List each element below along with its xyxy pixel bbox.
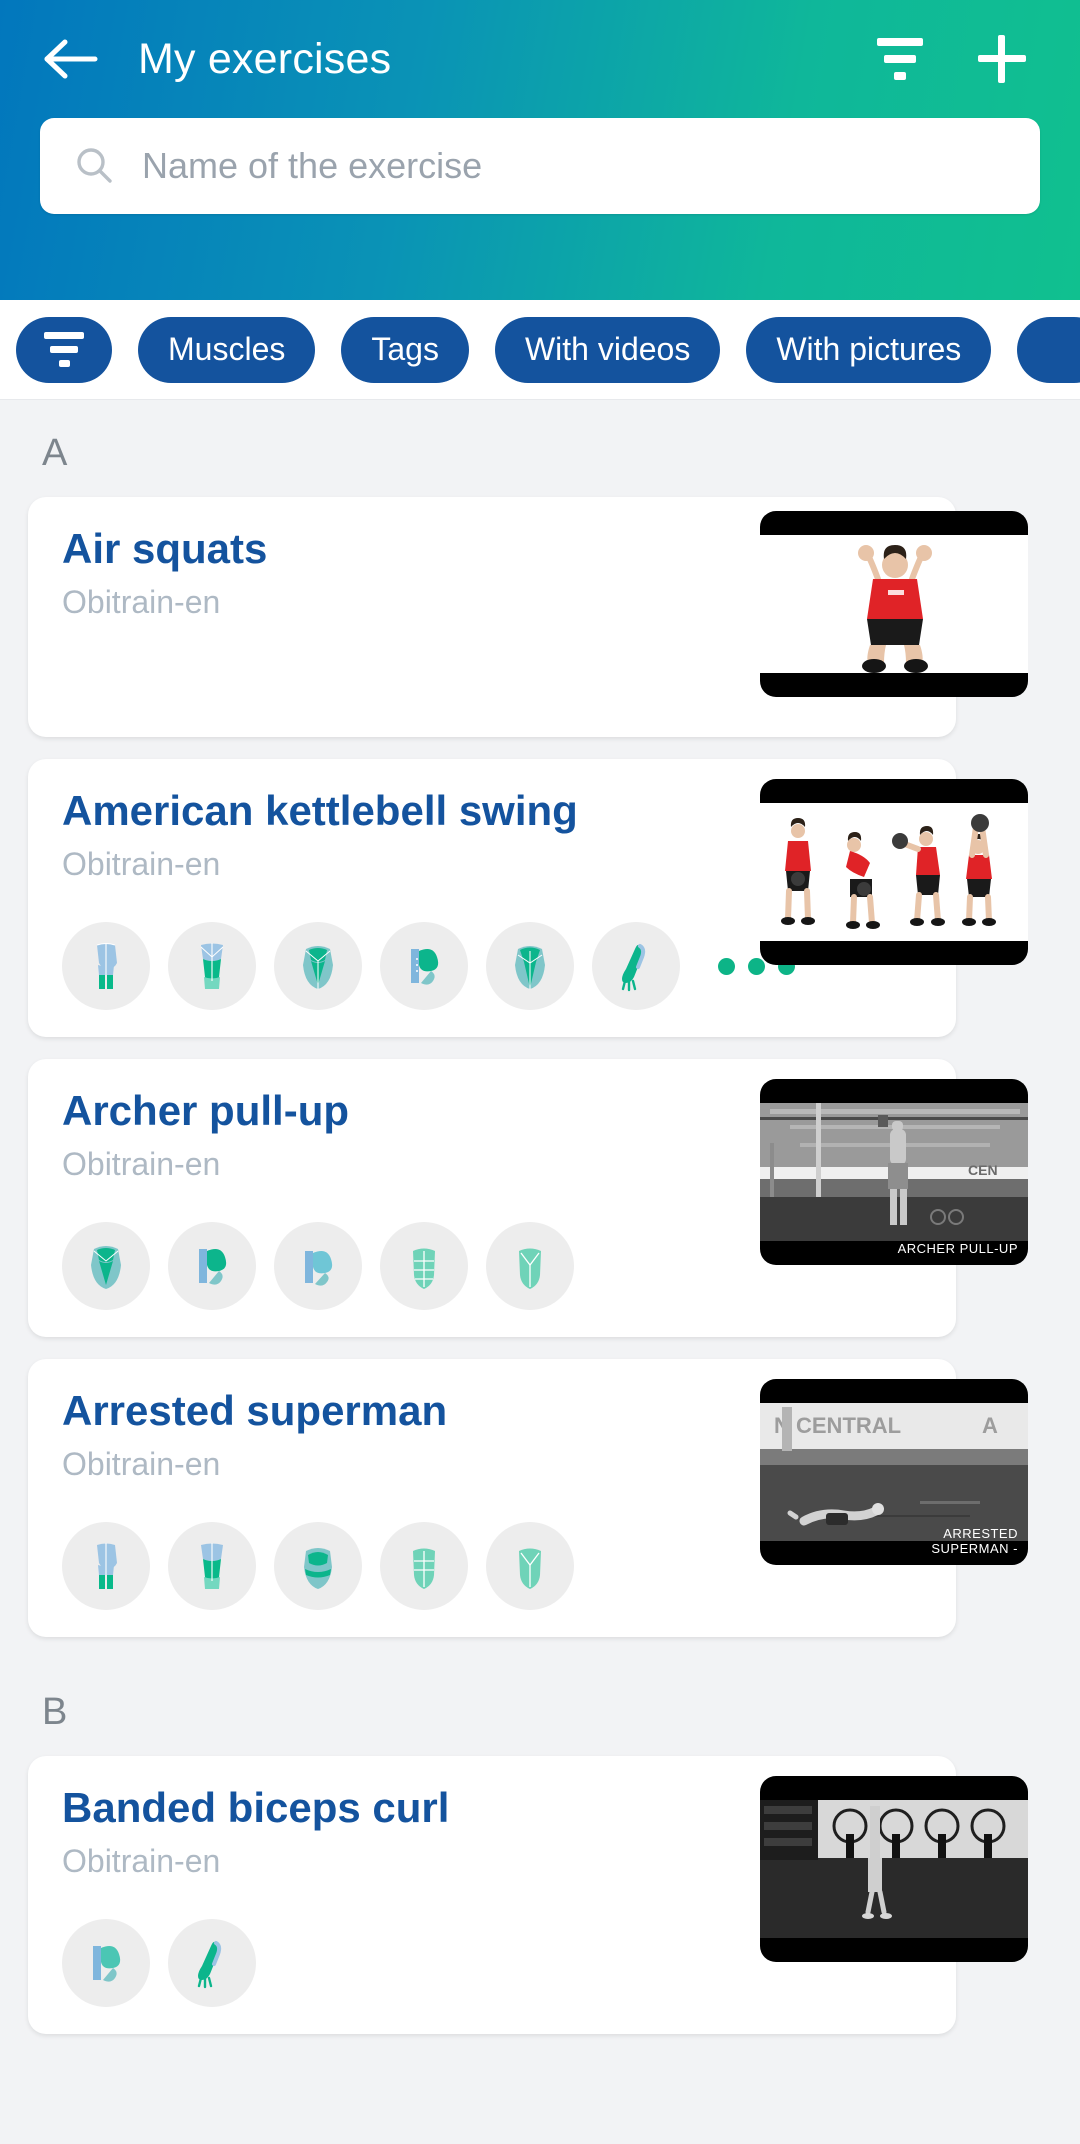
chip-with-pictures[interactable]: With pictures bbox=[746, 316, 992, 383]
arm-biceps-icon[interactable] bbox=[380, 922, 468, 1011]
abs-icon[interactable] bbox=[380, 1522, 468, 1611]
chip-with-videos[interactable]: With videos bbox=[494, 316, 721, 383]
filter-chip-bar[interactable]: Muscles Tags With videos With pictures bbox=[0, 300, 1080, 400]
thumbnail-image: CEN bbox=[760, 1103, 1028, 1242]
legs-front-icon[interactable] bbox=[168, 922, 256, 1011]
chip-overflow[interactable] bbox=[1017, 316, 1080, 383]
exercise-card[interactable]: Archer pull-up Obitrain-en CEN ARCHER PU… bbox=[28, 1059, 1028, 1338]
back-button[interactable] bbox=[40, 28, 102, 90]
torso-front-icon[interactable] bbox=[62, 1222, 150, 1311]
torso-back-icon[interactable] bbox=[486, 922, 574, 1011]
thumbnail-caption: ARRESTED SUPERMAN - bbox=[931, 1526, 1018, 1557]
forearm-icon[interactable] bbox=[168, 1919, 256, 2008]
torso-collar-icon[interactable] bbox=[274, 1522, 362, 1611]
exercise-thumbnail[interactable] bbox=[760, 779, 1028, 966]
exercise-thumbnail[interactable]: CEN ARCHER PULL-UP bbox=[760, 1079, 1028, 1266]
svg-text:CEN: CEN bbox=[968, 1162, 998, 1178]
thumbnail-image bbox=[760, 803, 1028, 942]
exercise-card[interactable]: Banded biceps curl Obitrain-en bbox=[28, 1756, 1028, 2035]
filter-icon bbox=[877, 38, 923, 80]
svg-text:N CENTRAL: N CENTRAL bbox=[774, 1413, 901, 1438]
forearm-icon[interactable] bbox=[592, 922, 680, 1011]
arm-biceps-icon[interactable] bbox=[168, 1222, 256, 1311]
exercise-card[interactable]: American kettlebell swing Obitrain-en bbox=[28, 759, 1028, 1038]
exercise-list[interactable]: A Air squats Obitrain-en American kettle… bbox=[0, 400, 1080, 2035]
exercise-card[interactable]: Arrested superman Obitrain-en N CENTRAL … bbox=[28, 1359, 1028, 1638]
exercise-thumbnail[interactable] bbox=[760, 511, 1028, 697]
exercise-card[interactable]: Air squats Obitrain-en bbox=[28, 497, 1028, 738]
legs-back-icon[interactable] bbox=[62, 1522, 150, 1611]
thumbnail-image bbox=[760, 535, 1028, 673]
search-wrap: Name of the exercise bbox=[0, 118, 1080, 214]
torso-front-icon[interactable] bbox=[274, 922, 362, 1011]
legs-back-icon[interactable] bbox=[62, 922, 150, 1011]
header-actions bbox=[870, 29, 1040, 89]
search-icon bbox=[72, 144, 116, 188]
abs-lower-icon[interactable] bbox=[486, 1222, 574, 1311]
thumbnail-caption: ARCHER PULL-UP bbox=[897, 1241, 1018, 1257]
section-header-a: A bbox=[42, 432, 68, 474]
plus-icon bbox=[978, 35, 1026, 83]
app-header: My exercises Name of the exercise bbox=[0, 0, 1080, 300]
chip-filter-icon-button[interactable] bbox=[16, 316, 112, 383]
abs-lower-icon[interactable] bbox=[486, 1522, 574, 1611]
search-input[interactable]: Name of the exercise bbox=[40, 118, 1040, 214]
section-header-b: B bbox=[42, 1691, 68, 1734]
filter-icon bbox=[44, 332, 84, 367]
chip-tags[interactable]: Tags bbox=[341, 316, 469, 383]
legs-front-icon[interactable] bbox=[168, 1522, 256, 1611]
exercise-thumbnail[interactable] bbox=[760, 1776, 1028, 1963]
filter-button[interactable] bbox=[870, 29, 930, 89]
header-bar: My exercises bbox=[0, 0, 1080, 118]
thumbnail-image bbox=[760, 1800, 1028, 1939]
exercise-thumbnail[interactable]: N CENTRAL A ARRESTED SUPERMAN - bbox=[760, 1379, 1028, 1566]
chip-muscles[interactable]: Muscles bbox=[138, 316, 316, 383]
search-placeholder: Name of the exercise bbox=[142, 145, 483, 186]
arm-biceps-icon[interactable] bbox=[274, 1222, 362, 1311]
arrow-left-icon bbox=[43, 37, 99, 81]
thumbnail-image: N CENTRAL A bbox=[760, 1403, 1028, 1542]
abs-icon[interactable] bbox=[380, 1222, 468, 1311]
add-exercise-button[interactable] bbox=[972, 29, 1032, 89]
svg-text:A: A bbox=[982, 1413, 998, 1438]
page-title: My exercises bbox=[138, 34, 392, 83]
arm-biceps-icon[interactable] bbox=[62, 1919, 150, 2008]
